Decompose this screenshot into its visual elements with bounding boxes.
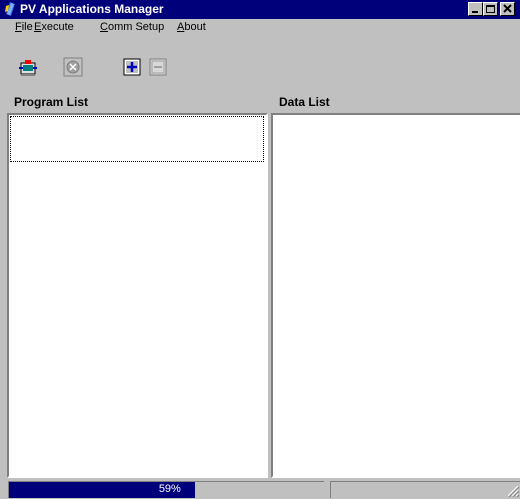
- menu-execute-label: xecute: [41, 21, 74, 33]
- transfer-button[interactable]: [17, 56, 39, 78]
- progress-bar: 59%: [8, 481, 324, 498]
- menu-comm-setup[interactable]: Comm Setup: [100, 21, 164, 33]
- toolbar: [0, 38, 520, 88]
- menu-execute[interactable]: Execute: [34, 21, 74, 33]
- add-button[interactable]: [121, 56, 143, 78]
- app-icon: [5, 2, 15, 16]
- menu-file-accel: F: [15, 21, 22, 33]
- menu-file[interactable]: File: [15, 21, 33, 33]
- menu-bar: File Execute Comm Setup About: [0, 19, 520, 37]
- menu-file-label: ile: [21, 21, 33, 33]
- add-icon: [123, 58, 141, 76]
- status-bar: 59%: [0, 479, 520, 499]
- title-bar[interactable]: PV Applications Manager: [0, 0, 520, 19]
- program-list[interactable]: [7, 113, 268, 478]
- menu-comm-setup-label: omm Setup: [107, 21, 165, 33]
- close-button[interactable]: [500, 2, 515, 16]
- remove-icon: [149, 58, 167, 76]
- data-list[interactable]: [271, 113, 520, 478]
- minimize-button[interactable]: [468, 2, 483, 16]
- menu-about[interactable]: About: [177, 21, 206, 33]
- maximize-button[interactable]: [483, 2, 498, 16]
- list-item[interactable]: [10, 116, 264, 162]
- menu-about-label: bout: [184, 21, 206, 33]
- data-list-header: Data List: [279, 95, 330, 109]
- window-title: PV Applications Manager: [20, 2, 164, 16]
- maximize-icon: [486, 5, 495, 13]
- close-icon: [503, 4, 512, 13]
- status-pane: [330, 481, 520, 498]
- progress-text: 59%: [158, 483, 181, 495]
- minimize-icon: [472, 11, 478, 13]
- stop-icon: [63, 57, 83, 77]
- stop-button[interactable]: [62, 56, 84, 78]
- program-list-header: Program List: [14, 95, 89, 109]
- transfer-icon: [19, 60, 37, 76]
- app-window: PV Applications Manager File Execute Com…: [0, 0, 520, 499]
- remove-button[interactable]: [147, 56, 169, 78]
- menu-comm-setup-accel: C: [100, 21, 108, 33]
- resize-grip-icon[interactable]: [507, 485, 519, 497]
